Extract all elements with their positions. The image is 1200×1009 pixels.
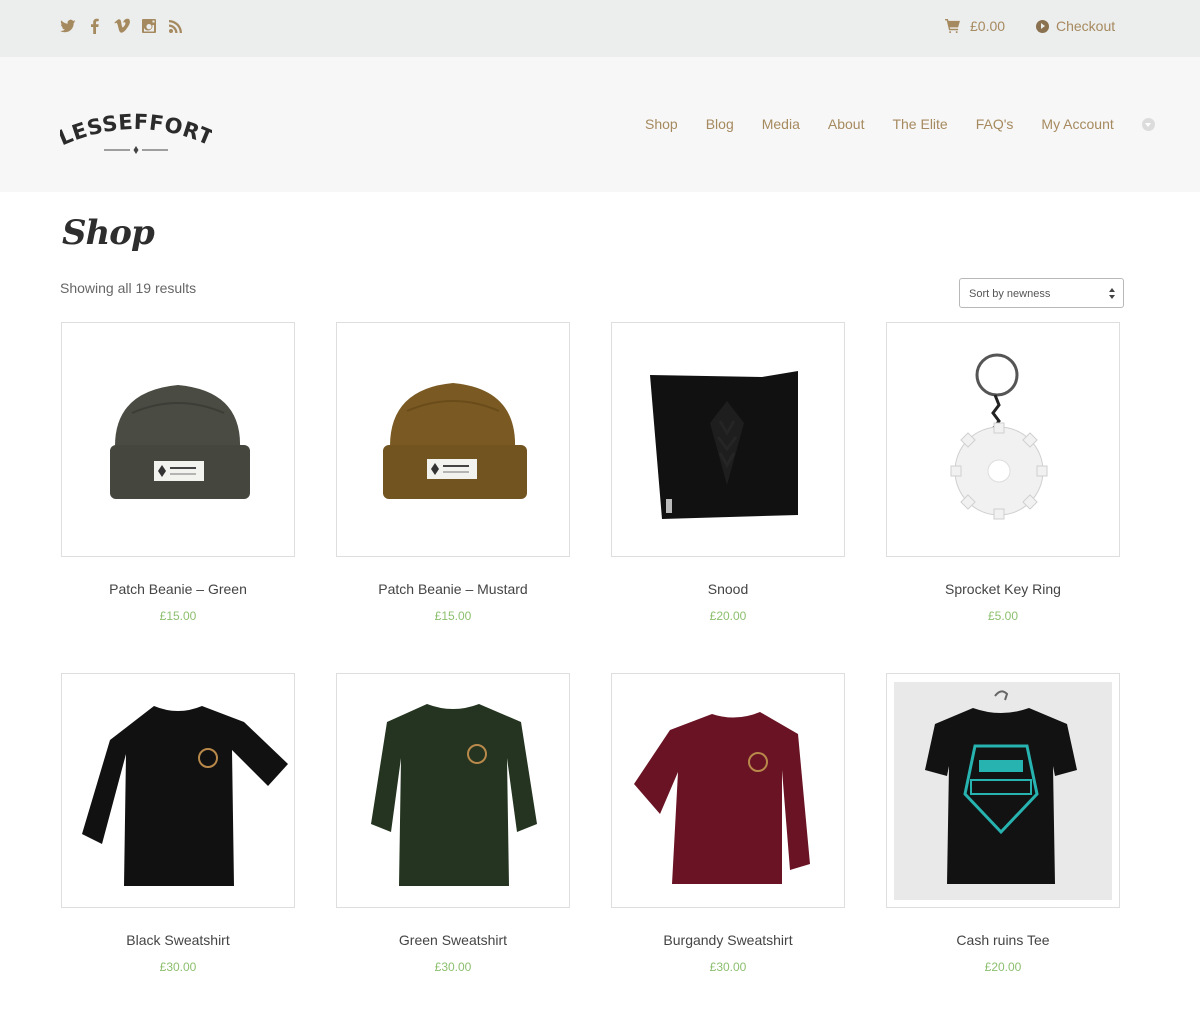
snood-image [650,371,798,519]
svg-text:LESSEFFORT: LESSEFFORT [60,110,212,151]
twitter-icon[interactable] [60,17,76,35]
product-image[interactable] [336,673,570,908]
nav-media[interactable]: Media [762,116,800,132]
page-title: Shop [62,213,155,253]
product-card[interactable]: Green Sweatshirt £30.00 [336,673,570,974]
product-name[interactable]: Patch Beanie – Mustard [336,581,570,597]
checkout-link[interactable]: Checkout [1036,18,1115,34]
nav-about[interactable]: About [828,116,865,132]
product-card[interactable]: Sprocket Key Ring £5.00 [886,322,1120,623]
product-image[interactable] [611,322,845,557]
product-image[interactable] [61,322,295,557]
social-links [60,17,184,35]
product-price: £20.00 [984,960,1022,974]
product-card[interactable]: Patch Beanie – Mustard £15.00 [336,322,570,623]
main-navigation: Shop Blog Media About The Elite FAQ's My… [645,116,1155,132]
product-price: £15.00 [159,609,197,623]
product-card[interactable]: Patch Beanie – Green £15.00 [61,322,295,623]
product-card[interactable]: Snood £20.00 [611,322,845,623]
nav-shop[interactable]: Shop [645,116,678,132]
nav-the-elite[interactable]: The Elite [892,116,947,132]
checkout-label: Checkout [1056,18,1116,34]
vimeo-icon[interactable] [114,17,130,35]
facebook-icon[interactable] [87,17,103,35]
product-price: £30.00 [709,960,747,974]
top-bar: £0.00 Checkout [0,0,1200,57]
black-sweatshirt-image [82,706,288,886]
burgandy-sweatshirt-image [634,712,810,884]
green-sweatshirt-image [371,704,537,886]
product-name[interactable]: Snood [611,581,845,597]
product-price: £5.00 [987,609,1019,623]
product-image[interactable] [886,322,1120,557]
product-name[interactable]: Cash ruins Tee [886,932,1120,948]
beanie-green-image [110,385,250,499]
product-name[interactable]: Green Sweatshirt [336,932,570,948]
cash-ruins-tee-image [894,682,1112,900]
nav-faqs[interactable]: FAQ's [976,116,1014,132]
product-name[interactable]: Burgandy Sweatshirt [611,932,845,948]
play-circle-icon [1036,19,1049,33]
nav-my-account[interactable]: My Account [1041,116,1113,132]
product-name[interactable]: Sprocket Key Ring [886,581,1120,597]
product-image[interactable] [336,322,570,557]
chevron-down-icon[interactable] [1141,117,1155,131]
sort-selected-value: Sort by newness [969,288,1051,300]
nav-blog[interactable]: Blog [706,116,734,132]
product-image[interactable] [611,673,845,908]
cart-total: £0.00 [970,18,1006,34]
product-image[interactable] [61,673,295,908]
rss-icon[interactable] [168,17,184,35]
product-name[interactable]: Patch Beanie – Green [61,581,295,597]
select-arrows-icon [1109,288,1115,300]
product-price: £30.00 [159,960,197,974]
cart-link[interactable]: £0.00 [945,18,1005,34]
sprocket-keyring-image [950,353,1048,520]
product-card[interactable]: Burgandy Sweatshirt £30.00 [611,673,845,974]
product-card[interactable]: Black Sweatshirt £30.00 [61,673,295,974]
lesseffort-logo[interactable]: LESSEFFORT [60,109,212,155]
product-price: £30.00 [434,960,472,974]
result-count: Showing all 19 results [60,280,197,296]
beanie-mustard-image [383,383,527,499]
product-card[interactable]: Cash ruins Tee £20.00 [886,673,1120,974]
product-image[interactable] [886,673,1120,908]
sort-select[interactable]: Sort by newness [959,278,1124,308]
product-price: £20.00 [709,609,747,623]
instagram-icon[interactable] [141,17,157,35]
product-name[interactable]: Black Sweatshirt [61,932,295,948]
site-header: LESSEFFORT Shop Blog Media About The Eli… [0,57,1200,192]
cart-icon [945,19,960,33]
product-price: £15.00 [434,609,472,623]
